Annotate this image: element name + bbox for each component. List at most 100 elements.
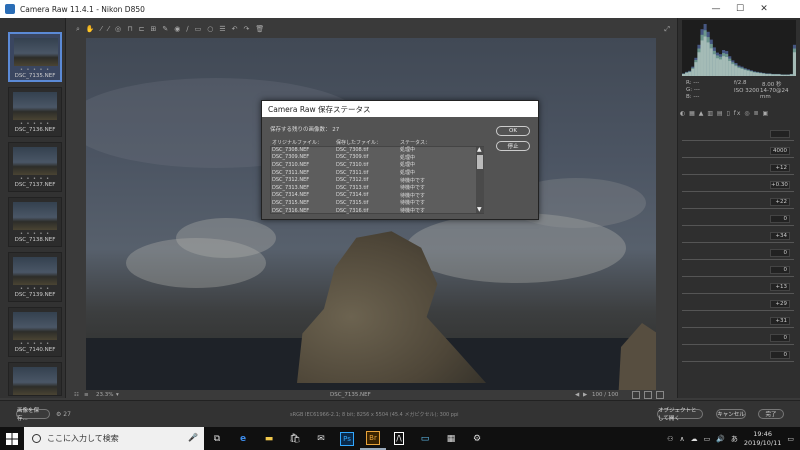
people-icon[interactable]: ⚇ bbox=[667, 435, 673, 443]
ok-button[interactable]: OK bbox=[496, 126, 530, 136]
start-button[interactable] bbox=[0, 427, 24, 450]
adjust-value-field[interactable]: +12 bbox=[770, 164, 790, 172]
photoshop-icon[interactable]: Ps bbox=[334, 427, 360, 450]
adjust-value-field[interactable]: +31 bbox=[770, 317, 790, 325]
adjust-slider[interactable] bbox=[682, 259, 794, 260]
scroll-up-icon[interactable]: ▲ bbox=[477, 147, 482, 153]
presets-tab-icon[interactable]: ≣ bbox=[754, 110, 760, 117]
radial-filter-icon[interactable]: ○ bbox=[207, 25, 213, 33]
color-sampler-icon[interactable]: ⁄ bbox=[108, 25, 109, 33]
adjust-value-field[interactable]: 0 bbox=[770, 249, 790, 257]
cloud-icon[interactable]: ☁ bbox=[691, 435, 698, 443]
trash-icon[interactable]: 🗑 bbox=[255, 25, 264, 33]
fullscreen-icon[interactable]: ⤢ bbox=[664, 25, 670, 34]
workflow-options-icon[interactable]: ⚙ 27 bbox=[56, 411, 71, 418]
table-row[interactable]: DSC_7312.NEF DSC_7312.tif 待機中です bbox=[270, 176, 480, 184]
effects-tab-icon[interactable]: fx bbox=[734, 110, 742, 117]
list-scrollbar[interactable]: ▲ ▼ bbox=[476, 147, 484, 213]
open-object-button[interactable]: オブジェクトとして開く bbox=[657, 408, 703, 422]
mail-icon[interactable]: ✉ bbox=[308, 427, 334, 450]
illustrator-icon[interactable]: /\ bbox=[386, 427, 412, 450]
straighten-tool-icon[interactable]: ⊏ bbox=[139, 25, 145, 33]
task-view-icon[interactable]: ⧉ bbox=[204, 427, 230, 450]
film-thumb[interactable] bbox=[8, 362, 62, 396]
app-icon-stack[interactable]: ▦ bbox=[438, 427, 464, 450]
grid-view-icon[interactable]: ☷ bbox=[74, 392, 79, 398]
brush-tool-icon[interactable]: ∕ bbox=[186, 25, 188, 33]
adjust-slider[interactable] bbox=[682, 225, 794, 226]
crop-tool-icon[interactable]: ⊓ bbox=[127, 25, 132, 33]
film-thumb[interactable]: • • • • • DSC_7140.NEF bbox=[8, 307, 62, 357]
film-thumb[interactable]: • • • • • DSC_7137.NEF bbox=[8, 142, 62, 192]
lens-tab-icon[interactable]: ▯ bbox=[727, 110, 731, 117]
stop-button[interactable]: 停止 bbox=[496, 141, 530, 151]
notification-icon[interactable]: ▭ bbox=[787, 435, 794, 443]
next-image-icon[interactable]: ▶ bbox=[583, 392, 587, 398]
cancel-button[interactable]: キャンセル bbox=[716, 409, 746, 419]
table-row[interactable]: DSC_7311.NEF DSC_7311.tif 処理中 bbox=[270, 169, 480, 177]
close-icon[interactable]: ✕ bbox=[752, 0, 776, 18]
preferences-icon[interactable]: ☰ bbox=[219, 25, 225, 33]
adjust-value-field[interactable]: +0.30 bbox=[770, 181, 790, 189]
adjust-slider[interactable] bbox=[682, 140, 794, 141]
adjust-slider[interactable] bbox=[682, 293, 794, 294]
adjust-slider[interactable] bbox=[682, 310, 794, 311]
hsl-tab-icon[interactable]: ▥ bbox=[707, 110, 714, 117]
volume-icon[interactable]: 🔊 bbox=[716, 435, 725, 443]
adjust-value-field[interactable]: +34 bbox=[770, 232, 790, 240]
table-row[interactable]: DSC_7308.NEF DSC_7308.tif 処理中 bbox=[270, 146, 480, 154]
microphone-icon[interactable]: 🎤 bbox=[188, 433, 198, 442]
adjust-slider[interactable] bbox=[682, 157, 794, 158]
adjust-value-field[interactable]: 0 bbox=[770, 266, 790, 274]
ime-indicator[interactable]: あ bbox=[731, 434, 738, 444]
bridge-icon[interactable]: Br bbox=[360, 427, 386, 450]
graduated-filter-icon[interactable]: ▭ bbox=[195, 25, 202, 33]
adjust-value-field[interactable]: +29 bbox=[770, 300, 790, 308]
adjust-slider[interactable] bbox=[682, 361, 794, 362]
film-thumb[interactable]: • • • • • DSC_7139.NEF bbox=[8, 252, 62, 302]
targeted-adjust-icon[interactable]: ◎ bbox=[115, 25, 121, 33]
explorer-icon[interactable]: ▬ bbox=[256, 427, 282, 450]
adjust-slider[interactable] bbox=[682, 191, 794, 192]
table-row[interactable]: DSC_7315.NEF DSC_7315.tif 待機中です bbox=[270, 199, 480, 207]
settings-icon[interactable]: ⚙ bbox=[464, 427, 490, 450]
adjust-value-field[interactable]: 4000 bbox=[770, 147, 790, 155]
done-button[interactable]: 完了 bbox=[758, 409, 784, 419]
tone-curve-tab-icon[interactable]: ▦ bbox=[689, 110, 696, 117]
adjust-value-field[interactable]: 0 bbox=[770, 215, 790, 223]
before-after-toggle-icon[interactable] bbox=[644, 391, 652, 399]
save-images-button[interactable]: 画像を保存... bbox=[16, 408, 50, 422]
edge-icon[interactable]: e bbox=[230, 427, 256, 450]
adjust-slider[interactable] bbox=[682, 242, 794, 243]
before-after-y-icon[interactable] bbox=[632, 391, 640, 399]
transform-tool-icon[interactable]: ⊞ bbox=[150, 25, 156, 33]
adjust-value-field[interactable] bbox=[770, 130, 790, 138]
rotate-left-icon[interactable]: ↶ bbox=[232, 25, 238, 33]
spot-removal-icon[interactable]: ✎ bbox=[162, 25, 168, 33]
app-icon-blue[interactable]: ▭ bbox=[412, 427, 438, 450]
film-thumb[interactable]: • • • • • DSC_7138.NEF bbox=[8, 197, 62, 247]
film-thumb[interactable]: • • • • • DSC_7135.NEF bbox=[8, 32, 62, 82]
adjust-value-field[interactable]: +22 bbox=[770, 198, 790, 206]
zoom-tool-icon[interactable]: ⌕ bbox=[76, 25, 80, 34]
store-icon[interactable]: 🛍 bbox=[282, 427, 308, 450]
adjust-value-field[interactable]: 0 bbox=[770, 351, 790, 359]
maximize-icon[interactable]: ☐ bbox=[728, 0, 752, 18]
red-eye-icon[interactable]: ◉ bbox=[174, 25, 180, 33]
adjust-slider[interactable] bbox=[682, 174, 794, 175]
adjust-value-field[interactable]: 0 bbox=[770, 334, 790, 342]
hand-tool-icon[interactable]: ✋ bbox=[86, 25, 95, 33]
scroll-thumb[interactable] bbox=[477, 155, 483, 169]
detail-tab-icon[interactable]: ▲ bbox=[699, 110, 705, 117]
adjust-slider[interactable] bbox=[682, 208, 794, 209]
table-row[interactable]: DSC_7310.NEF DSC_7310.tif 処理中 bbox=[270, 161, 480, 169]
split-tone-tab-icon[interactable]: ▤ bbox=[717, 110, 724, 117]
before-after-copy-icon[interactable] bbox=[656, 391, 664, 399]
minimize-icon[interactable]: — bbox=[704, 0, 728, 18]
zoom-dropdown-icon[interactable]: ▾ bbox=[116, 392, 119, 398]
snapshots-tab-icon[interactable]: ▣ bbox=[762, 110, 769, 117]
film-thumb[interactable]: • • • • • DSC_7136.NEF bbox=[8, 87, 62, 137]
clock[interactable]: 19:46 2019/10/11 bbox=[744, 430, 781, 448]
table-row[interactable]: DSC_7314.NEF DSC_7314.tif 待機中です bbox=[270, 192, 480, 200]
table-row[interactable]: DSC_7313.NEF DSC_7313.tif 待機中です bbox=[270, 184, 480, 192]
